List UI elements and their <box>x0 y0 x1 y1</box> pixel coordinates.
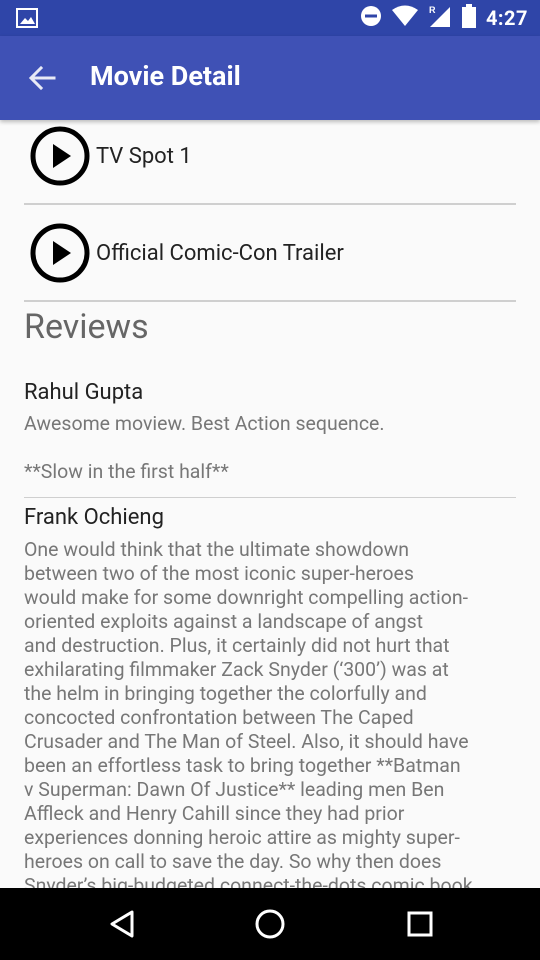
movie-detail-content[interactable]: TV Spot 1 Official Comic-Con Trailer Rev… <box>0 120 540 888</box>
back-triangle-icon[interactable] <box>104 906 140 942</box>
navigation-bar <box>0 888 540 960</box>
review-content: Awesome moview. Best Action sequence. **… <box>24 412 385 483</box>
svg-text:R: R <box>429 5 436 15</box>
recents-square-icon[interactable] <box>402 906 438 942</box>
review-content: One would think that the ultimate showdo… <box>24 538 473 888</box>
home-circle-icon[interactable] <box>252 906 288 942</box>
reviews-heading: Reviews <box>24 307 149 347</box>
do-not-disturb-icon <box>360 5 382 31</box>
signal-roaming-icon: R <box>428 4 452 32</box>
divider <box>24 497 516 498</box>
battery-icon <box>461 4 476 32</box>
divider <box>24 203 516 205</box>
trailer-label[interactable]: TV Spot 1 <box>96 144 192 169</box>
trailer-label[interactable]: Official Comic-Con Trailer <box>96 241 344 266</box>
divider <box>24 300 516 302</box>
image-icon <box>16 8 38 28</box>
wifi-icon <box>391 5 418 31</box>
status-bar: R 4:27 <box>0 0 540 36</box>
trailer-item[interactable]: Official Comic-Con Trailer <box>24 213 516 293</box>
status-time: 4:27 <box>485 6 528 30</box>
play-icon[interactable] <box>30 126 90 186</box>
app-bar: Movie Detail <box>0 36 540 120</box>
trailer-item[interactable]: TV Spot 1 <box>24 120 516 196</box>
review-author: Frank Ochieng <box>24 505 164 530</box>
arrow-back-icon[interactable] <box>28 64 56 92</box>
review-author: Rahul Gupta <box>24 380 144 405</box>
page-title: Movie Detail <box>90 60 241 92</box>
play-icon[interactable] <box>30 223 90 283</box>
